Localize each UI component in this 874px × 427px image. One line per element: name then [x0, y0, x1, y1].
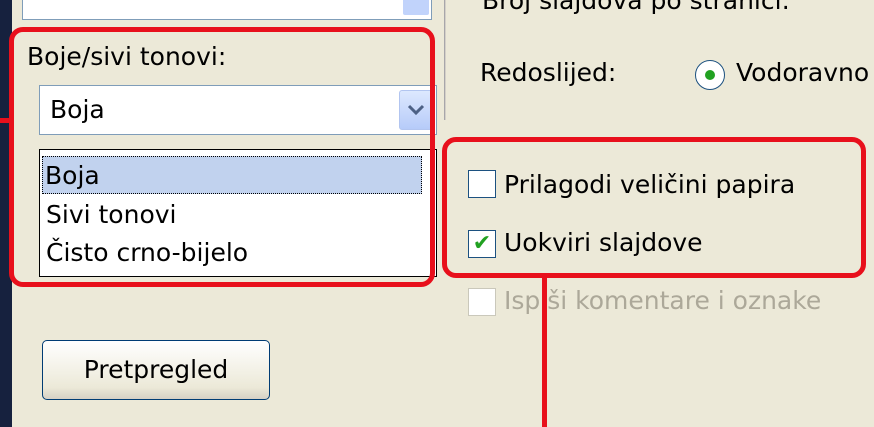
- print-comments-label: Ispiši komentare i oznake: [504, 286, 822, 315]
- horizontal-radio-label: Vodoravno: [736, 58, 870, 87]
- slides-per-page-label: Broj slajdova po stranici:: [482, 0, 790, 15]
- divider: [444, 0, 446, 120]
- order-label: Redoslijed:: [480, 58, 617, 87]
- callout-line-bottom: [542, 278, 547, 427]
- top-select[interactable]: [22, 0, 432, 20]
- dropdown-button[interactable]: [403, 0, 429, 15]
- horizontal-radio[interactable]: [695, 60, 725, 90]
- highlight-color-group: [9, 27, 435, 287]
- highlight-checkbox-group: [442, 137, 866, 278]
- callout-line-left: [0, 118, 12, 123]
- print-comments-checkbox[interactable]: [468, 288, 496, 316]
- preview-button[interactable]: Pretpregled: [42, 340, 270, 400]
